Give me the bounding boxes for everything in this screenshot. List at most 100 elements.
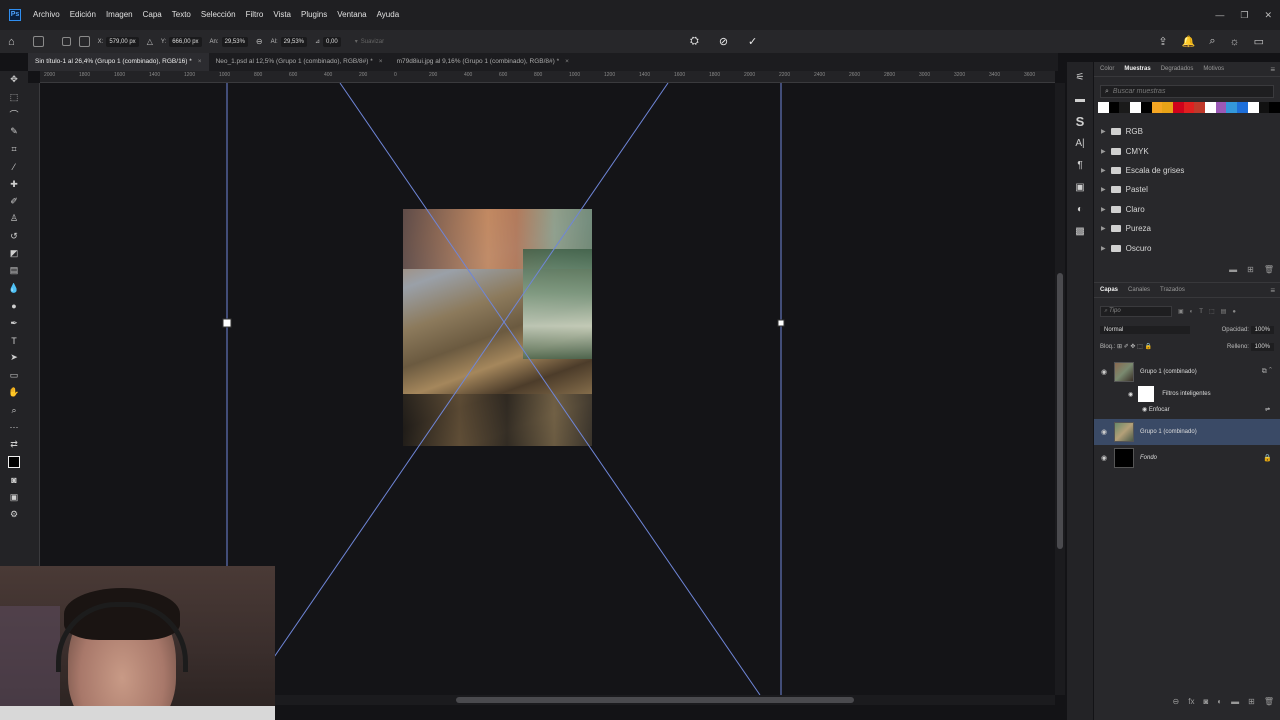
move-tool-icon[interactable]: ✥ <box>0 71 28 88</box>
angle-value[interactable]: 0,00 <box>323 36 341 47</box>
trash-icon[interactable]: 🗑 <box>1264 265 1274 274</box>
tab-capas[interactable]: Capas <box>1100 287 1118 293</box>
comments-icon[interactable]: ▬ <box>1071 90 1089 108</box>
color-swatch[interactable] <box>1258 102 1270 113</box>
history-brush-tool-icon[interactable]: ↺ <box>0 228 28 245</box>
filter-shape-icon[interactable]: ⬚ <box>1209 308 1215 315</box>
filter-smart-icon[interactable]: ▤ <box>1221 308 1227 315</box>
menu-ayuda[interactable]: Ayuda <box>372 0 405 30</box>
tab-sin-titulo[interactable]: Sin título-1 al 26,4% (Grupo 1 (combinad… <box>28 53 209 71</box>
swatch-folder-pureza[interactable]: ▶ Pureza <box>1094 219 1280 238</box>
transform-handle-left[interactable] <box>222 318 232 328</box>
spot-healing-tool-icon[interactable]: ✚ <box>0 175 28 192</box>
dodge-tool-icon[interactable]: ● <box>0 297 28 314</box>
color-swatch[interactable] <box>1247 102 1259 113</box>
share-icon[interactable]: ⇪ <box>1158 35 1167 48</box>
color-swatch[interactable] <box>1205 102 1216 113</box>
layer-kind-filter[interactable]: ⌕ Tipo <box>1100 306 1172 317</box>
lightbulb-icon[interactable]: ☼ <box>1230 36 1240 48</box>
panel-menu-icon[interactable]: ≡ <box>1270 286 1275 295</box>
search-icon[interactable]: ⌕ <box>1209 35 1215 48</box>
marquee-tool-icon[interactable]: ⬚ <box>0 88 28 105</box>
tab-close-icon[interactable]: × <box>379 53 383 71</box>
brush-tool-icon[interactable]: ✐ <box>0 193 28 210</box>
hand-tool-icon[interactable]: ✋ <box>0 384 28 401</box>
foreground-background-color-icon[interactable] <box>0 454 28 471</box>
filter-options-icon[interactable]: ⇌ <box>1265 406 1270 413</box>
link-icon[interactable]: ⊖ <box>256 37 263 46</box>
height-value[interactable]: 29,53% <box>280 36 307 47</box>
tab-canales[interactable]: Canales <box>1128 287 1150 293</box>
x-value[interactable]: 579,00 px <box>106 36 139 47</box>
menu-edicion[interactable]: Edición <box>65 0 101 30</box>
filter-toggle-icon[interactable]: ● <box>1232 309 1236 315</box>
opacity-value[interactable]: 100% <box>1250 325 1274 334</box>
eyedropper-tool-icon[interactable]: ⁄ <box>0 158 28 175</box>
smart-filter-enfocar-row[interactable]: ◉ Enfocar ⇌ <box>1094 403 1280 415</box>
crop-tool-icon[interactable]: ⌗ <box>0 141 28 158</box>
color-swatch[interactable] <box>1130 102 1141 113</box>
color-swatch[interactable] <box>1194 102 1206 113</box>
eye-icon[interactable]: ◉ <box>1142 407 1149 413</box>
color-swatch[interactable] <box>1140 102 1152 113</box>
angle-field[interactable]: ⊿ 0,00 <box>315 36 341 47</box>
layer-grupo-1-top[interactable]: ◉ Grupo 1 (combinado) ⧉ ⌃ <box>1094 359 1280 385</box>
reference-toggle-icon[interactable] <box>61 37 71 46</box>
pen-tool-icon[interactable]: ✒ <box>0 314 28 331</box>
layer-style-icon[interactable]: fx <box>1188 697 1194 706</box>
lock-all-icon[interactable]: 🔒 <box>1144 344 1151 350</box>
menu-capa[interactable]: Capa <box>138 0 167 30</box>
eye-icon[interactable]: ◉ <box>1094 368 1114 376</box>
tab-neo[interactable]: Neo_1.psd al 12,5% (Grupo 1 (combinado),… <box>209 53 390 71</box>
y-value[interactable]: 666,00 px <box>169 36 202 47</box>
path-selection-tool-icon[interactable]: ➤ <box>0 349 28 366</box>
screen-mode-icon[interactable]: ▣ <box>0 488 28 505</box>
menu-imagen[interactable]: Imagen <box>101 0 138 30</box>
vertical-scrollbar[interactable] <box>1055 83 1065 695</box>
lock-transparency-icon[interactable]: ⊞ <box>1117 344 1122 350</box>
cancel-icon[interactable]: ⊘ <box>719 35 728 48</box>
menu-vista[interactable]: Vista <box>268 0 296 30</box>
add-mask-icon[interactable]: ◙ <box>1203 697 1208 706</box>
eraser-tool-icon[interactable]: ◩ <box>0 245 28 262</box>
swatch-folder-grayscale[interactable]: ▶ Escala de grises <box>1094 161 1280 180</box>
width-value[interactable]: 29,53% <box>221 36 248 47</box>
libraries-icon[interactable]: ▣ <box>1071 178 1089 196</box>
paragraph-icon[interactable]: ¶ <box>1071 156 1089 174</box>
color-swatch[interactable] <box>1108 102 1120 113</box>
color-swatch[interactable] <box>1215 102 1227 113</box>
menu-seleccion[interactable]: Selección <box>196 0 241 30</box>
color-swatch[interactable] <box>1172 102 1184 113</box>
menu-texto[interactable]: Texto <box>167 0 196 30</box>
x-field[interactable]: X: 579,00 px <box>98 36 139 47</box>
new-group-icon[interactable]: ▬ <box>1229 265 1237 274</box>
color-swatch[interactable] <box>1269 102 1280 113</box>
image-panel-icon[interactable]: ▩ <box>1071 222 1089 240</box>
photoshop-logo[interactable]: Ps <box>4 4 26 26</box>
warp-icon[interactable]: ⛭ <box>690 35 699 48</box>
eye-icon[interactable]: ◉ <box>1094 428 1114 436</box>
lock-position-icon[interactable]: ✥ <box>1130 344 1135 350</box>
transform-handle-right[interactable] <box>777 319 785 327</box>
color-swatch[interactable] <box>1183 102 1195 113</box>
blend-mode-select[interactable]: Normal <box>1100 325 1190 334</box>
smart-filters-row[interactable]: ◉ Filtros inteligentes <box>1094 385 1280 403</box>
eye-icon[interactable]: ◉ <box>1128 391 1133 398</box>
new-group-icon[interactable]: ▬ <box>1231 697 1239 706</box>
menu-plugins[interactable]: Plugins <box>296 0 332 30</box>
layer-fondo[interactable]: ◉ Fondo 🔒 <box>1094 445 1280 471</box>
blur-tool-icon[interactable]: 💧 <box>0 280 28 297</box>
tab-m79d8iui[interactable]: m79d8iui.jpg al 9,16% (Grupo 1 (combinad… <box>390 53 576 71</box>
menu-archivo[interactable]: Archivo <box>28 0 65 30</box>
minimize-icon[interactable]: — <box>1215 10 1224 20</box>
rectangle-tool-icon[interactable]: ▭ <box>0 367 28 384</box>
restore-icon[interactable]: ❐ <box>1240 10 1248 21</box>
more-tools-icon[interactable]: ⋯ <box>0 419 28 436</box>
reference-point-icon[interactable] <box>32 36 44 47</box>
color-swatch[interactable] <box>1226 102 1238 113</box>
character-icon[interactable]: A| <box>1071 134 1089 152</box>
close-icon[interactable]: ✕ <box>1264 10 1272 21</box>
color-swatch[interactable] <box>1098 102 1109 113</box>
tab-close-icon[interactable]: × <box>198 53 202 71</box>
swatch-folder-pastel[interactable]: ▶ Pastel <box>1094 180 1280 199</box>
